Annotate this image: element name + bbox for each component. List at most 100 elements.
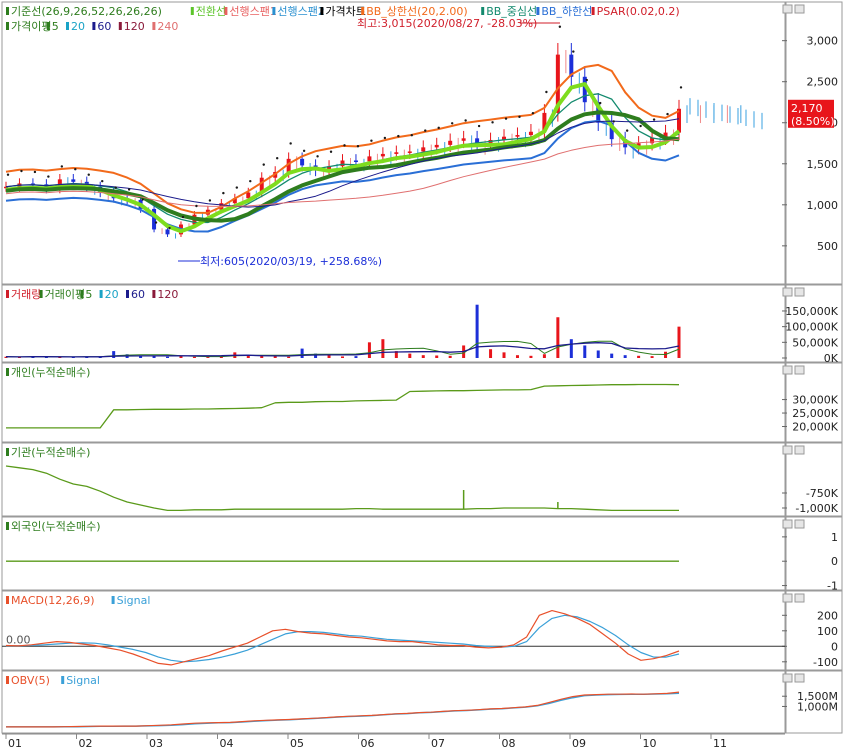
psar-dot [329,150,333,153]
close-button[interactable] [794,287,805,297]
volume-bar [542,354,546,358]
legend-item: PSAR(0.02,0.2) [597,5,680,18]
legend-swatch [6,22,9,30]
x-tick-label: 06 [361,737,375,750]
psar-dot [383,136,387,140]
y-tick-label: 50,000K [792,336,838,349]
x-tick-label: 03 [149,737,163,750]
panel-frame-individual [1,362,786,443]
psar-dot [424,129,427,132]
y-tick-label: 0 [831,555,838,568]
legend-swatch [126,290,129,298]
volume-bar [179,356,183,358]
candle-body [71,179,76,182]
psar-dot [114,186,117,189]
volume-bar [112,351,116,358]
psar-dot [101,179,104,183]
y-tick-label: 1 [831,531,838,544]
legend-item: 거래량 [11,288,41,301]
y-tick-label: 200 [817,609,838,622]
y-tick-label: 0 [831,640,838,653]
minimize-button[interactable] [782,4,793,14]
legend-item: 개인(누적순매수) [11,366,90,379]
close-button[interactable] [794,445,805,455]
y-tick-label: -100 [813,656,838,669]
psar-dot [450,122,454,125]
volume-bar [300,348,304,358]
last-price-label: 2,170 [791,102,823,115]
candle-body [434,144,439,148]
psar-dot [639,124,642,128]
close-button[interactable] [794,519,805,529]
legend-swatch [361,7,365,15]
minimize-button[interactable] [782,519,793,529]
volume-bar [637,355,641,358]
psar-dot [289,142,292,145]
minimize-button[interactable] [782,445,793,455]
chart-canvas[interactable]: 3,0002,5002,0001,5001,000500기준선(26,9,26,… [0,0,843,750]
x-tick-label: 04 [220,737,234,750]
macd-zero-label: 0.00 [6,633,31,646]
legend-swatch [39,290,43,298]
psar-dot [235,186,239,189]
psar-dot [20,169,23,173]
volume-bar [583,345,587,358]
x-tick-label: 05 [290,737,304,750]
psar-dot [518,115,521,119]
volume-bar [408,353,412,358]
x-tick-label: 02 [79,737,93,750]
y-tick-label: 25,000K [792,407,838,420]
psar-dot [276,156,279,160]
x-tick-label: 11 [713,737,727,750]
close-button[interactable] [794,365,805,375]
minimize-button[interactable] [782,287,793,297]
close-button[interactable] [794,4,805,14]
psar-dot [652,118,656,121]
volume-bar [273,356,277,358]
psar-dot [356,145,360,148]
close-button[interactable] [794,593,805,603]
max-price-annotation: 최고:3,015(2020/08/27, -28.03%) [357,17,537,30]
stock-chart[interactable]: 3,0002,5002,0001,5001,000500기준선(26,9,26,… [0,0,843,750]
candle-body [367,156,372,162]
psar-dot [33,170,37,174]
candle-body [515,135,520,137]
psar-dot [127,188,131,191]
psar-dot [504,117,508,120]
legend-item: MACD(12,26,9) [11,594,95,607]
legend-item: 20 [105,288,119,301]
volume-bar [166,356,170,358]
y-tick-label: 1,000M [797,700,838,713]
volume-bar [556,317,560,358]
legend-swatch [190,7,194,15]
legend-swatch [152,290,156,298]
minimize-button[interactable] [782,365,793,375]
psar-dot [531,111,535,115]
psar-dot [195,204,198,208]
volume-bar [569,339,573,358]
volume-bar [515,355,519,358]
psar-dot [141,198,144,201]
psar-dot [585,78,588,82]
legend-item: 거래이평 [45,288,85,301]
volume-bar [448,355,452,358]
psar-dot [397,134,400,138]
volume-bar [529,355,533,358]
legend-item: 120 [157,288,178,301]
close-button[interactable] [794,673,805,683]
volume-bar [596,350,600,358]
y-tick-label: 30,000K [792,394,838,407]
legend-swatch [272,7,276,15]
volume-bar [367,342,371,358]
psar-dot [437,126,440,130]
minimize-button[interactable] [782,593,793,603]
volume-bar [650,356,654,358]
legend-swatch [320,7,324,15]
minimize-button[interactable] [782,673,793,683]
legend-swatch [6,676,9,684]
y-tick-label: 150,000K [785,305,838,318]
psar-dot [612,120,615,123]
legend-item: 20 [71,20,85,33]
legend-item: 가격이평 [11,20,51,33]
legend-item: 5 [85,288,92,301]
